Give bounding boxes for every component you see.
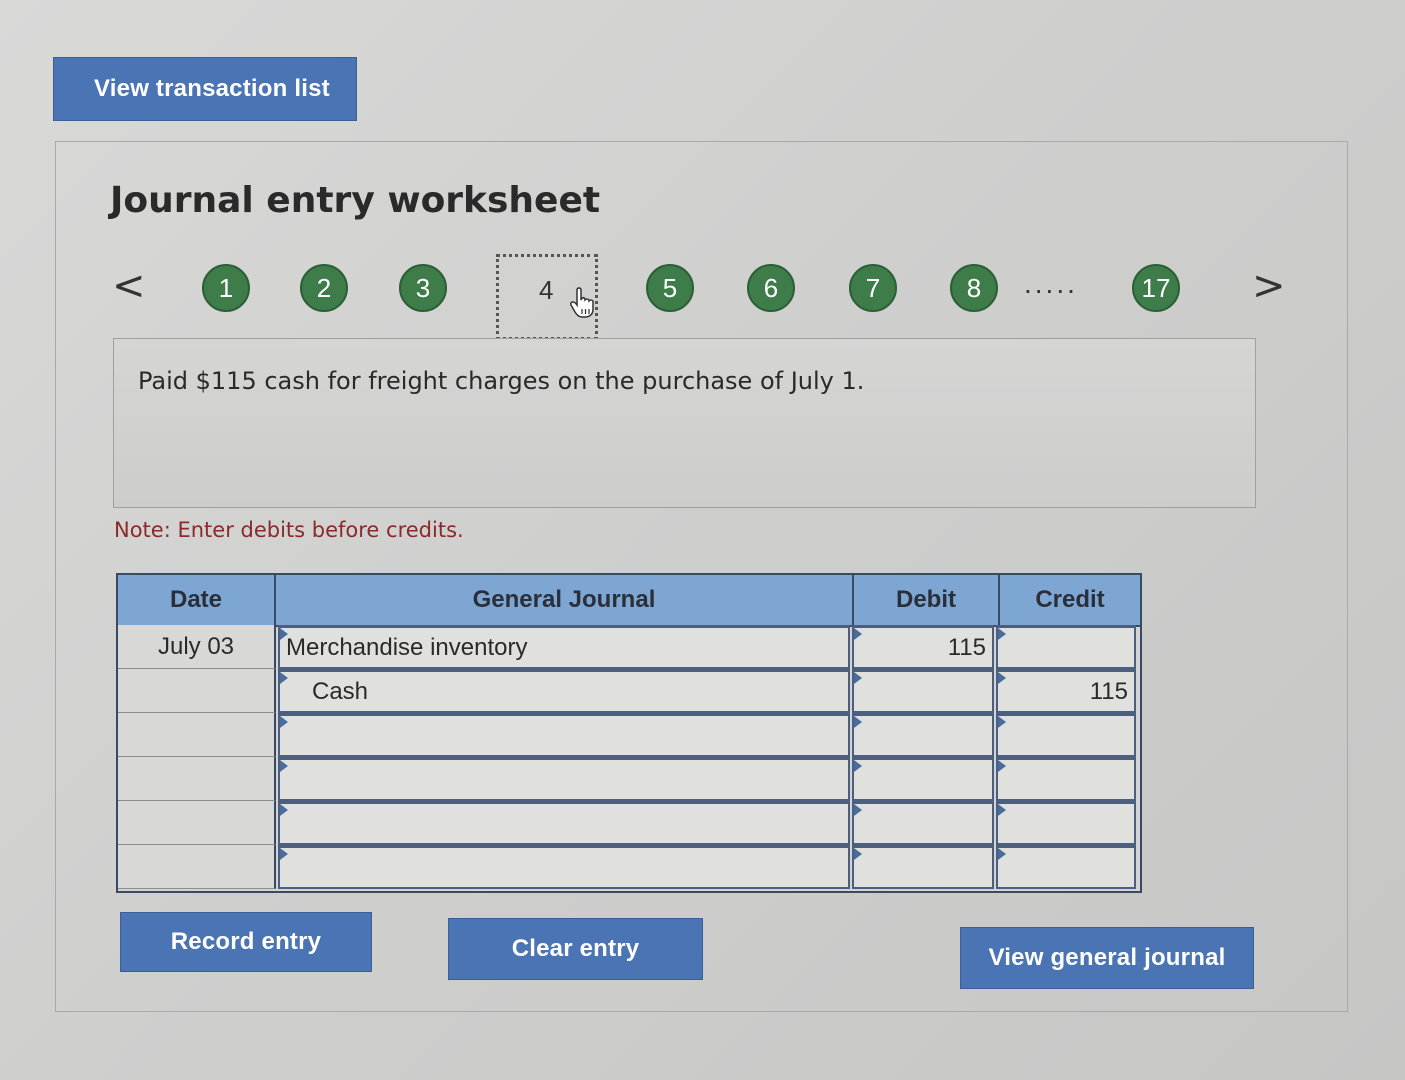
dropdown-flag-icon	[280, 848, 288, 860]
table-row	[118, 845, 1140, 889]
worksheet-title: Journal entry worksheet	[110, 180, 601, 221]
header-date: Date	[118, 575, 276, 625]
transaction-description: Paid $115 cash for freight charges on th…	[138, 367, 865, 395]
step-6[interactable]: 6	[747, 264, 795, 312]
transaction-description-box: Paid $115 cash for freight charges on th…	[113, 338, 1256, 508]
clear-entry-button[interactable]: Clear entry	[448, 918, 703, 980]
step-5[interactable]: 5	[646, 264, 694, 312]
hand-pointer-icon	[569, 287, 597, 323]
credit-field[interactable]	[996, 713, 1136, 757]
table-row	[118, 801, 1140, 845]
chevron-right-icon[interactable]: >	[1252, 262, 1286, 310]
chevron-left-icon[interactable]: <	[112, 262, 146, 310]
debit-field[interactable]	[852, 801, 994, 845]
record-entry-button[interactable]: Record entry	[120, 912, 372, 972]
header-general-journal: General Journal	[276, 575, 854, 625]
debit-value: 115	[947, 633, 986, 661]
step-1[interactable]: 1	[202, 264, 250, 312]
account-field[interactable]	[278, 757, 850, 801]
step-7[interactable]: 7	[849, 264, 897, 312]
flag-icon	[854, 848, 862, 860]
date-cell[interactable]	[118, 757, 276, 801]
flag-icon	[998, 672, 1006, 684]
credit-value: 115	[1089, 677, 1128, 705]
flag-icon	[998, 804, 1006, 816]
flag-icon	[998, 628, 1006, 640]
debit-field[interactable]: 115	[852, 625, 994, 669]
view-transaction-list-button[interactable]: View transaction list	[53, 57, 357, 121]
account-field[interactable]: Cash	[278, 669, 850, 713]
table-header: Date General Journal Debit Credit	[118, 575, 1140, 627]
dropdown-flag-icon	[280, 804, 288, 816]
flag-icon	[998, 760, 1006, 772]
step-8[interactable]: 8	[950, 264, 998, 312]
flag-icon	[854, 672, 862, 684]
view-general-journal-button[interactable]: View general journal	[960, 927, 1254, 989]
step-2[interactable]: 2	[300, 264, 348, 312]
account-field[interactable]	[278, 845, 850, 889]
step-3[interactable]: 3	[399, 264, 447, 312]
date-cell[interactable]: July 03	[118, 625, 276, 669]
table-row: Cash 115	[118, 669, 1140, 713]
flag-icon	[854, 628, 862, 640]
date-cell[interactable]	[118, 669, 276, 713]
date-cell[interactable]	[118, 845, 276, 889]
credit-field[interactable]	[996, 757, 1136, 801]
dropdown-flag-icon	[280, 760, 288, 772]
flag-icon	[998, 848, 1006, 860]
table-row: July 03 Merchandise inventory 115	[118, 625, 1140, 669]
step-17[interactable]: 17	[1132, 264, 1180, 312]
flag-icon	[854, 716, 862, 728]
debit-field[interactable]	[852, 713, 994, 757]
date-cell[interactable]	[118, 801, 276, 845]
credit-field[interactable]: 115	[996, 669, 1136, 713]
dropdown-flag-icon	[280, 672, 288, 684]
entry-note: Note: Enter debits before credits.	[114, 518, 464, 542]
credit-field[interactable]	[996, 801, 1136, 845]
dropdown-flag-icon	[280, 628, 288, 640]
debit-field[interactable]	[852, 845, 994, 889]
account-value: Merchandise inventory	[286, 633, 528, 661]
steps-ellipsis: .....	[1024, 268, 1078, 299]
credit-field[interactable]	[996, 625, 1136, 669]
debit-field[interactable]	[852, 669, 994, 713]
account-value: Cash	[312, 677, 369, 705]
flag-icon	[998, 716, 1006, 728]
general-journal-table: Date General Journal Debit Credit July 0…	[116, 573, 1142, 893]
dropdown-flag-icon	[280, 716, 288, 728]
header-credit: Credit	[1035, 586, 1105, 613]
flag-icon	[854, 760, 862, 772]
credit-field[interactable]	[996, 845, 1136, 889]
step-4-label: 4	[539, 275, 554, 305]
step-4-current[interactable]: 4	[496, 254, 598, 340]
date-cell[interactable]	[118, 713, 276, 757]
account-field[interactable]	[278, 713, 850, 757]
table-row	[118, 757, 1140, 801]
table-row	[118, 713, 1140, 757]
account-field[interactable]	[278, 801, 850, 845]
header-debit: Debit	[854, 575, 1000, 625]
account-field[interactable]: Merchandise inventory	[278, 625, 850, 669]
debit-field[interactable]	[852, 757, 994, 801]
flag-icon	[854, 804, 862, 816]
